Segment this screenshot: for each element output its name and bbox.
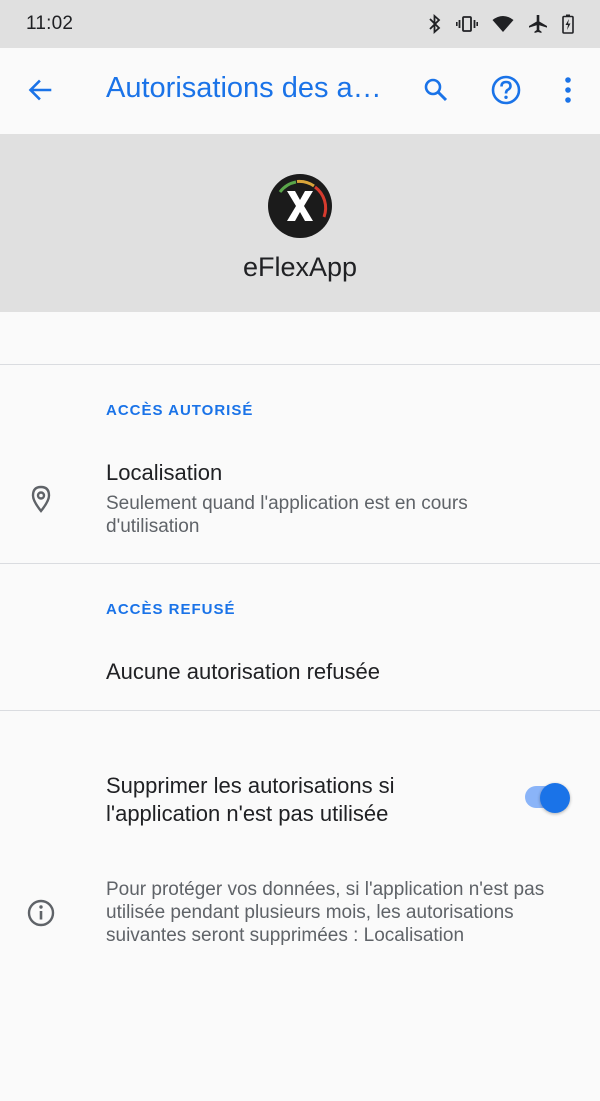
wifi-icon	[492, 15, 514, 33]
info-icon	[26, 898, 56, 928]
divider	[0, 710, 600, 711]
permission-summary: Seulement quand l'application est en cou…	[106, 493, 468, 537]
eflex-app-icon	[266, 172, 334, 240]
divider	[0, 563, 600, 564]
permission-item-location[interactable]: Localisation Seulement quand l'applicati…	[0, 444, 600, 562]
permission-title: Localisation	[106, 460, 223, 485]
denied-empty-text: Aucune autorisation refusée	[106, 659, 380, 684]
location-pin-icon	[26, 484, 56, 514]
auto-revoke-toggle-row[interactable]: Supprimer les autorisations si l'applica…	[0, 740, 600, 850]
status-bar: 11:02	[0, 0, 600, 48]
section-title-denied: ACCÈS REFUSÉ	[106, 601, 236, 618]
search-icon	[423, 77, 449, 108]
page-title: Autorisations des a…	[106, 72, 382, 104]
app-bar: Autorisations des a…	[0, 48, 600, 132]
bluetooth-icon	[428, 14, 442, 34]
status-time: 11:02	[26, 13, 74, 34]
section-title-allowed: ACCÈS AUTORISÉ	[106, 402, 254, 419]
help-icon	[490, 74, 522, 111]
auto-revoke-info-text: Pour protéger vos données, si l'applicat…	[106, 879, 545, 946]
search-button[interactable]	[416, 72, 456, 112]
more-options-button[interactable]	[548, 72, 588, 112]
back-arrow-icon	[27, 77, 53, 108]
app-name: eFlexApp	[242, 252, 358, 282]
airplane-icon	[528, 14, 548, 34]
help-button[interactable]	[486, 72, 526, 112]
more-vert-icon	[563, 76, 573, 109]
status-icons	[428, 14, 574, 34]
divider	[0, 364, 600, 365]
vibrate-icon	[456, 14, 478, 34]
battery-icon	[562, 14, 574, 34]
app-header	[0, 134, 600, 312]
auto-revoke-label: Supprimer les autorisations si l'applica…	[106, 773, 395, 826]
switch-thumb[interactable]	[540, 783, 570, 813]
back-button[interactable]	[22, 74, 58, 110]
